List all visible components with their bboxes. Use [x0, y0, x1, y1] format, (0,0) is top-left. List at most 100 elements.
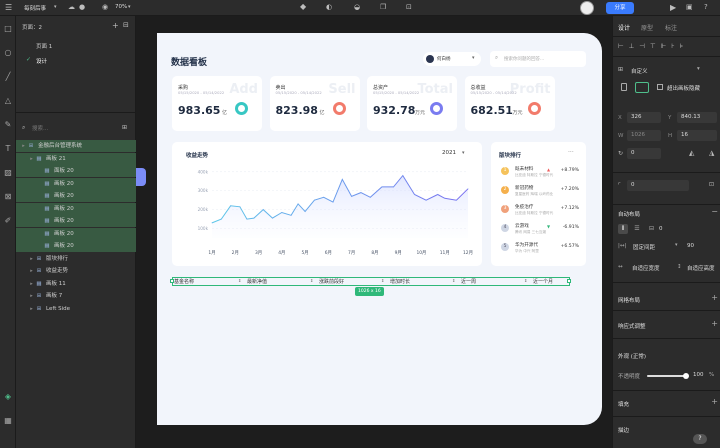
- play-icon[interactable]: ▶: [670, 3, 676, 12]
- menu-icon[interactable]: ☰: [5, 3, 12, 12]
- frame-preset[interactable]: 自定义: [631, 67, 648, 75]
- layer-item[interactable]: ▸ ⊞ 版块排行: [16, 253, 136, 265]
- filter-icon[interactable]: ⊞: [122, 124, 127, 131]
- share-button[interactable]: 分享: [606, 2, 634, 14]
- chevron-down-icon[interactable]: ▾: [675, 242, 678, 248]
- component-icon[interactable]: ◆: [300, 2, 306, 11]
- table-header-cell[interactable]: 近一周: [461, 278, 476, 285]
- auto-layout-add-icon[interactable]: −: [711, 207, 718, 216]
- expand-arrow-icon[interactable]: ▸: [28, 290, 35, 302]
- layer-item[interactable]: ▸ ▦ 画板 11: [16, 278, 136, 290]
- fill-add-icon[interactable]: +: [711, 397, 718, 406]
- grid-add-icon[interactable]: +: [711, 293, 718, 302]
- constraints-add-icon[interactable]: +: [711, 319, 718, 328]
- help-icon[interactable]: ?: [693, 434, 707, 444]
- layer-item[interactable]: ▦ 画板 20: [16, 190, 136, 202]
- layout-horizontal-icon[interactable]: ⫴: [618, 224, 628, 234]
- sort-icon[interactable]: ⇕: [381, 278, 384, 283]
- spacing-mode[interactable]: 固定间距: [633, 243, 655, 251]
- kpi-card[interactable]: Sell 卖出 05/15/2020 - 05/14/2022 823.98 亿: [269, 76, 360, 131]
- page-item-design[interactable]: 设计: [36, 57, 47, 65]
- layer-item[interactable]: ▦ 面板 20: [16, 165, 136, 177]
- ellipse-tool-icon[interactable]: ○: [3, 48, 13, 58]
- layer-item[interactable]: ▦ 画板 20: [16, 215, 136, 227]
- fit-height[interactable]: 自适应高度: [687, 264, 715, 272]
- tab-annotate[interactable]: 标注: [665, 23, 677, 32]
- sort-icon[interactable]: ⇕: [452, 278, 455, 283]
- flip-vertical-icon[interactable]: ◮: [709, 149, 714, 157]
- zoom-chevron-icon[interactable]: ▾: [128, 4, 131, 10]
- layer-item[interactable]: ▦ 画板 20: [16, 177, 136, 190]
- expand-arrow-icon[interactable]: ▸: [28, 253, 35, 265]
- boolean-icon[interactable]: ◒: [354, 3, 360, 11]
- rank-item[interactable]: 5 华为开源代 华为 中兴 阿里 +6.57%: [501, 240, 579, 256]
- table-header-row[interactable]: 基金名称 ⇕ 最新净值 ⇕ 涨跌前段好 ⇕ 增加时长 ⇕ 近一周 ⇕ 近一个月: [170, 277, 571, 286]
- resize-handle[interactable]: [170, 279, 174, 283]
- spacing-value[interactable]: 90: [687, 243, 694, 249]
- text-tool-icon[interactable]: T: [3, 144, 13, 154]
- line-tool-icon[interactable]: ╱: [3, 72, 13, 82]
- opacity-value[interactable]: 100: [693, 372, 704, 378]
- kpi-card[interactable]: Total 总资产 05/15/2020 - 05/14/2022 932.78 万元: [367, 76, 457, 131]
- rank-item[interactable]: 1 既未材料 比亚迪 特斯拉 宁德时代 ▲ +8.79%: [501, 164, 579, 180]
- triangle-tool-icon[interactable]: △: [3, 96, 13, 106]
- image-tool-icon[interactable]: ▨: [3, 168, 13, 178]
- y-field[interactable]: 840.13: [677, 112, 717, 123]
- table-header-cell[interactable]: 近一个月: [533, 278, 553, 285]
- expand-arrow-icon[interactable]: ▸: [28, 153, 35, 165]
- brush-tool-icon[interactable]: ✐: [3, 216, 13, 226]
- chevron-down-icon[interactable]: ▾: [697, 66, 700, 72]
- layer-item[interactable]: ▦ 画板 20: [16, 202, 136, 215]
- avatar[interactable]: [580, 1, 594, 15]
- frame-tool-icon[interactable]: □: [3, 24, 13, 34]
- help-icon[interactable]: ?: [704, 3, 708, 11]
- layer-item[interactable]: ▸ ⊞ 收益走势: [16, 265, 136, 277]
- add-page-icon[interactable]: +: [112, 21, 119, 30]
- crop-icon[interactable]: ⊡: [406, 3, 412, 11]
- resize-handle[interactable]: [567, 279, 571, 283]
- x-field[interactable]: 326: [627, 112, 661, 123]
- appearance-title[interactable]: 外观 (正常): [618, 352, 646, 360]
- page-item-1[interactable]: 页面 1: [36, 42, 52, 50]
- more-icon[interactable]: ···: [568, 149, 574, 156]
- h-field[interactable]: 16: [677, 130, 717, 141]
- rotation-field[interactable]: 0: [627, 148, 661, 159]
- layer-item[interactable]: ▸ ⊞ 画板 7: [16, 290, 136, 302]
- layer-search-input[interactable]: 搜索...: [32, 124, 48, 132]
- rank-item[interactable]: 2 新冠药物 复星医药 辉瑞 以岭药业 +7.20%: [501, 183, 579, 199]
- chevron-down-icon[interactable]: ▾: [54, 4, 57, 10]
- table-header-cell[interactable]: 增加时长: [390, 278, 410, 285]
- clip-checkbox[interactable]: [657, 84, 663, 90]
- sort-icon[interactable]: ⇕: [524, 278, 527, 283]
- expand-arrow-icon[interactable]: ▸: [28, 278, 35, 290]
- tab-design[interactable]: 设计: [618, 23, 630, 32]
- w-field[interactable]: 1026: [627, 130, 661, 141]
- rank-item[interactable]: 4 云游戏 腾讯 网易 三七互娱 ▼ -6.91%: [501, 221, 579, 237]
- expand-arrow-icon[interactable]: ▸: [28, 303, 35, 315]
- present-icon[interactable]: ▣: [686, 3, 693, 11]
- radius-field[interactable]: 0: [627, 180, 689, 191]
- opacity-slider-handle[interactable]: [683, 373, 689, 379]
- gap-field[interactable]: 0: [659, 226, 663, 232]
- layer-item[interactable]: ▦ 画板 20: [16, 240, 136, 252]
- expand-arrow-icon[interactable]: ▸: [20, 140, 27, 152]
- comment-icon[interactable]: ●: [79, 3, 85, 11]
- table-header-cell[interactable]: 涨跌前段好: [319, 278, 344, 285]
- zoom-level[interactable]: 70%: [115, 4, 127, 10]
- project-name[interactable]: 每刻后事: [24, 4, 46, 12]
- sort-icon[interactable]: ⇕: [310, 278, 313, 283]
- kpi-card[interactable]: Add 采购 05/15/2020 - 05/14/2022 983.65 亿: [172, 76, 262, 131]
- rank-item[interactable]: 3 免疫治疗 比亚迪 特斯拉 宁德时代 +7.12%: [501, 202, 579, 218]
- dashboard-search[interactable]: ⌕ 搜索你问题的回答...: [490, 51, 586, 67]
- flip-horizontal-icon[interactable]: ◭: [689, 149, 694, 157]
- layer-item[interactable]: ▦ 画板 20: [16, 227, 136, 240]
- layer-item[interactable]: ▸ ▦ 画板 21: [16, 152, 136, 165]
- slice-tool-icon[interactable]: ⊠: [3, 192, 13, 202]
- table-header-cell[interactable]: 基金名称: [174, 278, 194, 285]
- dashboard-search-input[interactable]: 搜索你问题的回答...: [504, 56, 544, 62]
- pen-tool-icon[interactable]: ✎: [3, 120, 13, 130]
- mask-icon[interactable]: ◐: [326, 3, 332, 11]
- user-selector[interactable]: 何白杨 ▾: [423, 52, 481, 66]
- tab-prototype[interactable]: 原型: [641, 23, 653, 32]
- portrait-icon[interactable]: [621, 83, 627, 91]
